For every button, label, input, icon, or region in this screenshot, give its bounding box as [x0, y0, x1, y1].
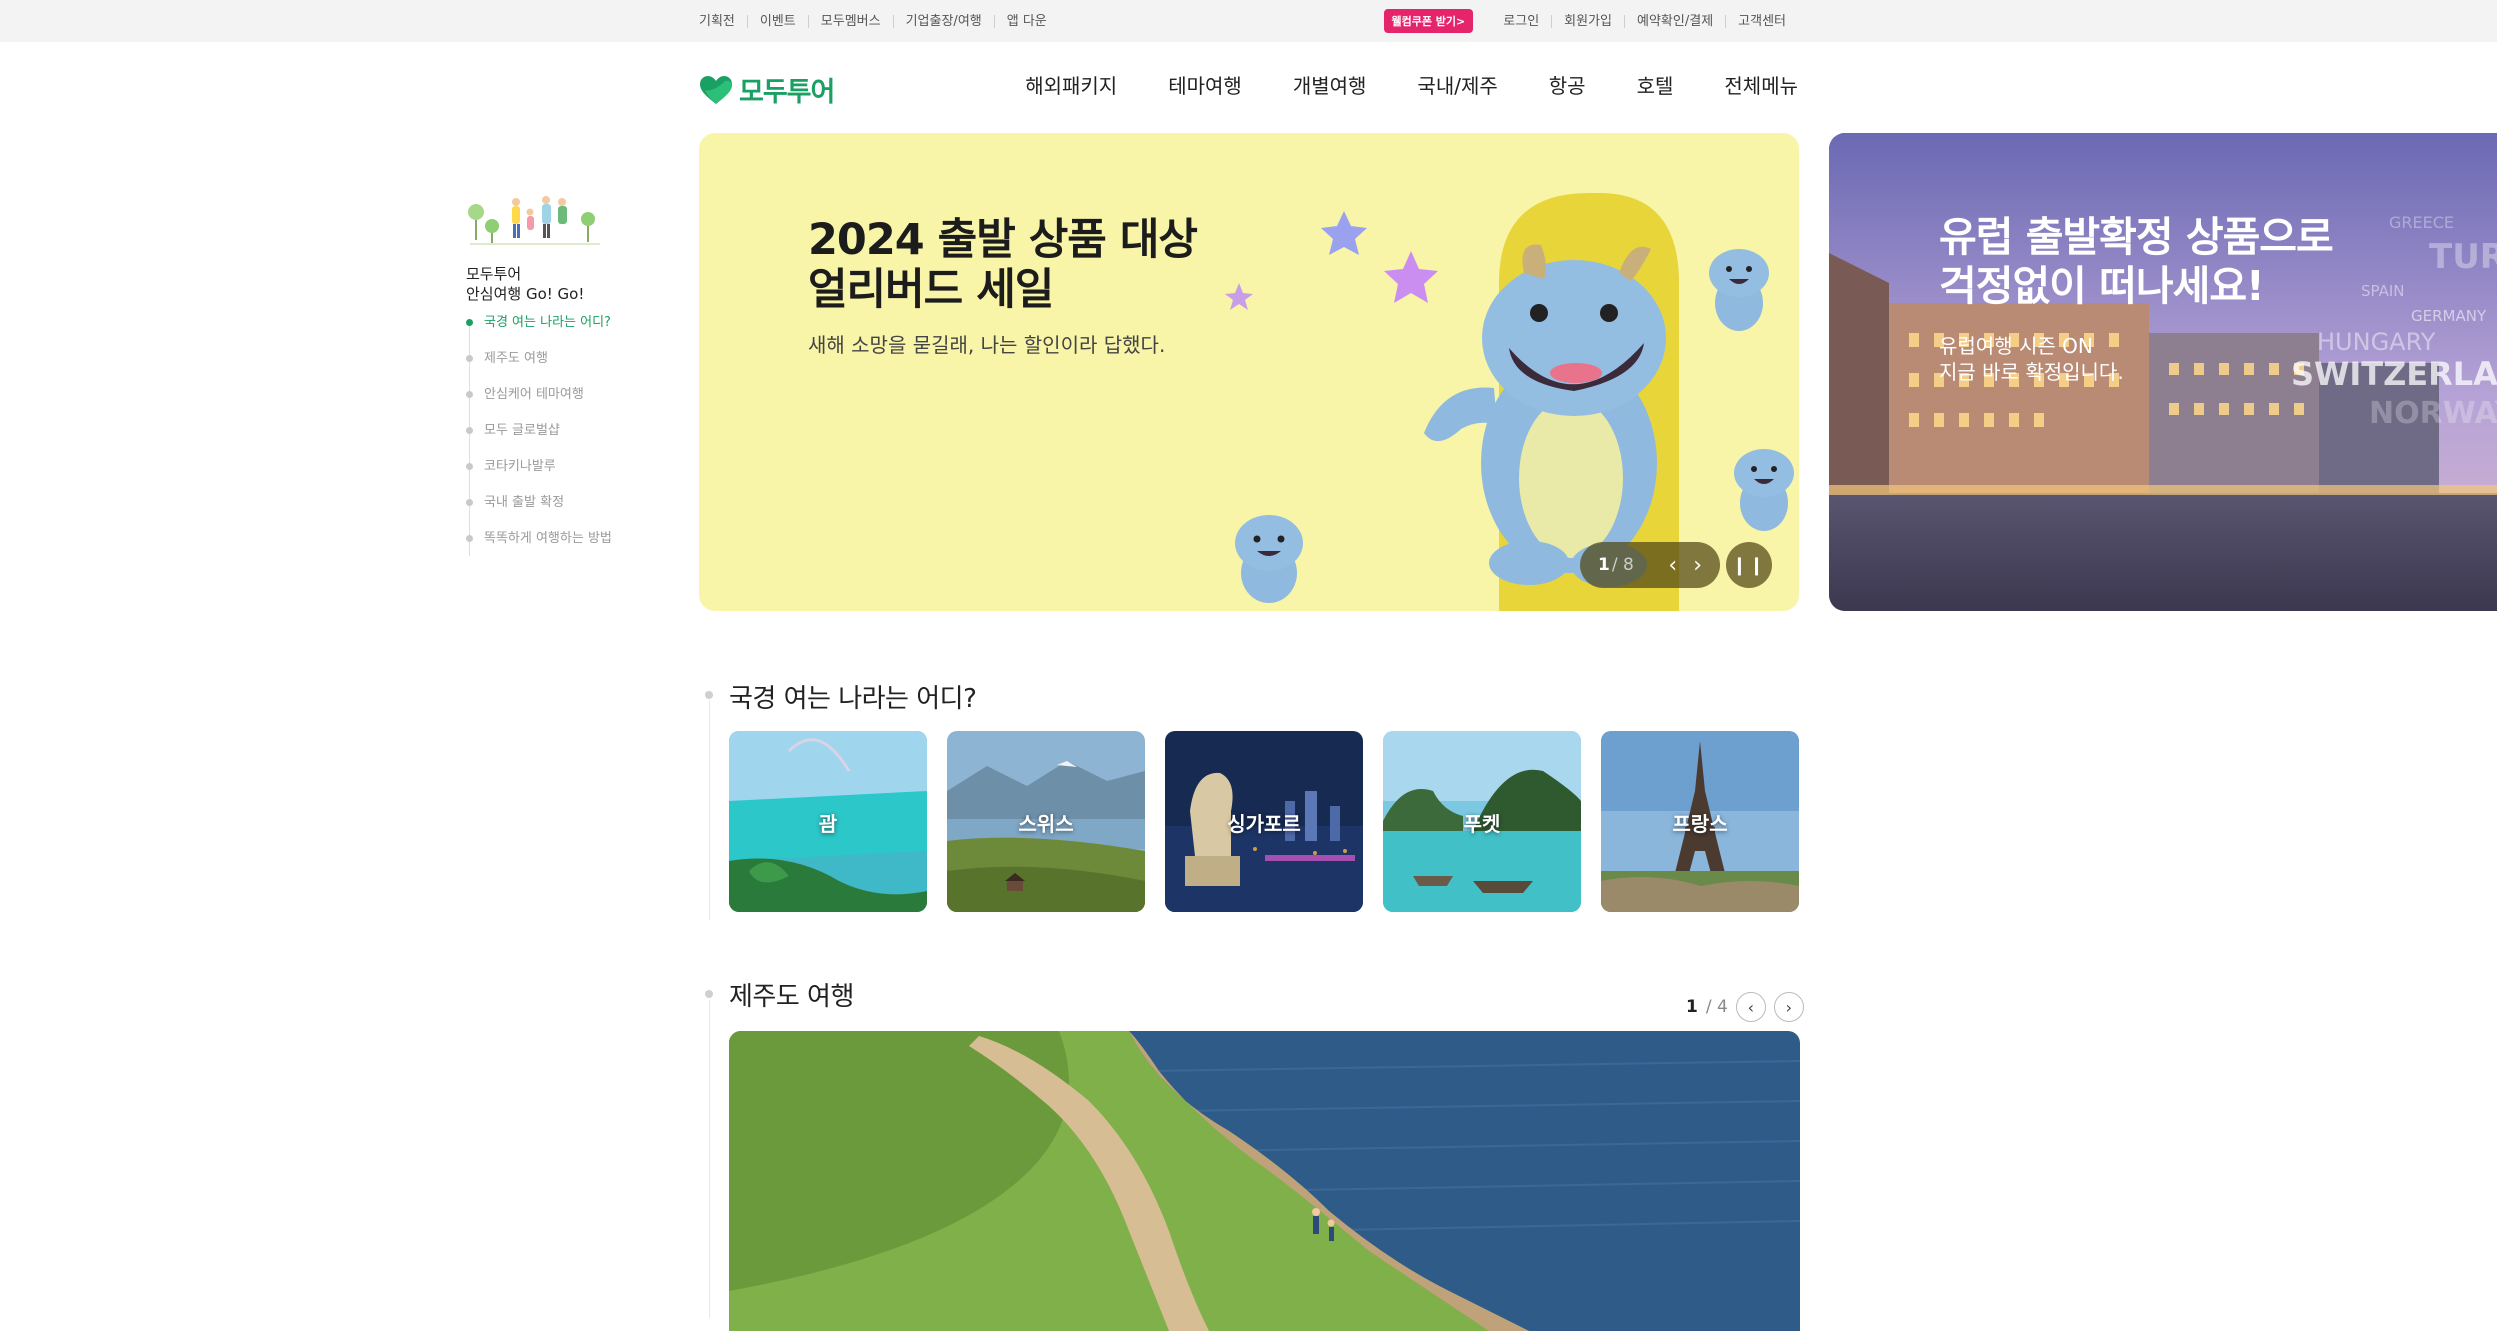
- customer-center-link[interactable]: 고객센터: [1725, 14, 1798, 28]
- watermark-greece: GREECE: [2389, 213, 2454, 232]
- watermark-spain: SPAIN: [2361, 282, 2405, 300]
- logo-text: 모두투어: [739, 77, 835, 108]
- section-timeline-line: [709, 700, 710, 920]
- destination-card-france[interactable]: 프랑스: [1601, 731, 1799, 912]
- nav-flights[interactable]: 항공: [1549, 70, 1586, 99]
- europe-banner-title: 유럽 출발확정 상품으로 걱정없이 떠나세요!: [1939, 213, 2334, 310]
- signup-link[interactable]: 회원가입: [1551, 14, 1624, 28]
- reservation-check-link[interactable]: 예약확인/결제: [1624, 14, 1725, 28]
- util-link-event[interactable]: 이벤트: [746, 14, 808, 28]
- watermark-norway: NORWAY: [2369, 396, 2497, 431]
- jeju-current-page: 1: [1686, 997, 1698, 1017]
- hero-current-slide: 1: [1598, 555, 1610, 575]
- side-item-smart-travel[interactable]: 똑똑하게 여행하는 방법: [466, 530, 636, 566]
- section-title-border-open: 국경 여는 나라는 어디?: [729, 684, 977, 714]
- section-timeline-line-jeju: [709, 1000, 710, 1318]
- chevron-left-icon[interactable]: ‹: [1735, 992, 1766, 1022]
- side-title: 모두투어 안심여행 Go! Go!: [466, 265, 585, 303]
- hero-pager: 1 / 8 ‹ ›: [1580, 542, 1720, 588]
- util-link-business-travel[interactable]: 기업출장/여행: [892, 14, 994, 28]
- watermark-switzerland: SWITZERLAND: [2291, 355, 2497, 393]
- destination-card-guam[interactable]: 괌: [729, 731, 927, 912]
- nav-domestic-jeju[interactable]: 국내/제주: [1417, 70, 1497, 99]
- util-link-promotion[interactable]: 기획전: [699, 15, 747, 28]
- section-bullet-jeju: [705, 990, 713, 998]
- side-item-border-open[interactable]: 국경 여는 나라는 어디?: [466, 314, 636, 350]
- destination-card-switzerland[interactable]: 스위스: [947, 731, 1145, 912]
- utility-bar: 기획전 이벤트 모두멤버스 기업출장/여행 앱 다운 웰컴쿠폰 받기> 로그인 …: [0, 0, 2497, 42]
- hero-subtitle: 새해 소망을 묻길래, 나는 할인이라 답했다.: [808, 333, 1166, 357]
- nav-individual-travel[interactable]: 개별여행: [1293, 70, 1367, 99]
- watermark-turkey: TURKEY: [2429, 237, 2497, 277]
- jeju-pager: 1 / 4 ‹ ›: [1686, 992, 1804, 1022]
- hero-banner-europe[interactable]: GREECE TURKEY SPAIN GERMANY HUNGARY SWIT…: [1829, 133, 2497, 611]
- side-item-domestic-departure[interactable]: 국내 출발 확정: [466, 494, 636, 530]
- destination-label-guam: 괌: [818, 812, 838, 836]
- utility-left-links: 기획전 이벤트 모두멤버스 기업출장/여행 앱 다운: [699, 0, 1059, 42]
- side-anchor-list: 국경 여는 나라는 어디? 제주도 여행 안심케어 테마여행 모두 글로벌샵 코…: [466, 314, 636, 566]
- util-link-app-download[interactable]: 앱 다운: [993, 14, 1059, 28]
- chevron-right-icon[interactable]: ›: [1773, 992, 1804, 1022]
- hero-slider-controls: 1 / 8 ‹ › ❙❙: [1580, 542, 1772, 588]
- destination-card-phuket[interactable]: 푸켓: [1383, 731, 1581, 912]
- hero-banner-early-bird[interactable]: 2024 출발 상품 대상 얼리버드 세일 새해 소망을 묻길래, 나는 할인이…: [699, 133, 1799, 611]
- destination-card-singapore[interactable]: 싱가포르: [1165, 731, 1363, 912]
- util-link-membership[interactable]: 모두멤버스: [807, 14, 893, 28]
- family-trees-illustration: [468, 196, 600, 245]
- destination-label-singapore: 싱가포르: [1227, 812, 1301, 836]
- side-item-safe-care[interactable]: 안심케어 테마여행: [466, 386, 636, 422]
- chevron-left-icon[interactable]: ‹: [1668, 553, 1677, 578]
- jeju-coast-illustration: [729, 1031, 1800, 1331]
- pause-icon[interactable]: ❙❙: [1726, 542, 1772, 588]
- watermark-hungary: HUNGARY: [2317, 328, 2436, 356]
- login-link[interactable]: 로그인: [1491, 15, 1551, 28]
- utility-right-links: 웰컴쿠폰 받기> 로그인 회원가입 예약확인/결제 고객센터: [1383, 0, 1799, 42]
- europe-banner-subtitle: 유럽여행 시즌 ON 지금 바로 확정입니다.: [1939, 334, 2124, 384]
- hero-total-slides: / 8: [1611, 555, 1634, 575]
- destination-label-france: 프랑스: [1672, 812, 1728, 836]
- european-square-night-photo: GREECE TURKEY SPAIN GERMANY HUNGARY SWIT…: [1829, 133, 2497, 611]
- destination-cards: 괌 스위스 싱가포르 푸켓 프랑스: [729, 731, 1799, 912]
- nav-hotels[interactable]: 호텔: [1637, 70, 1674, 99]
- side-item-global-shop[interactable]: 모두 글로벌샵: [466, 422, 636, 458]
- nav-theme-travel[interactable]: 테마여행: [1168, 70, 1242, 99]
- side-item-kota-kinabalu[interactable]: 코타키나발루: [466, 458, 636, 494]
- destination-label-phuket: 푸켓: [1463, 812, 1501, 836]
- hero-title: 2024 출발 상품 대상 얼리버드 세일: [808, 215, 1198, 315]
- nav-overseas-package[interactable]: 해외패키지: [1025, 70, 1117, 99]
- welcome-coupon-badge[interactable]: 웰컴쿠폰 받기>: [1383, 9, 1474, 33]
- section-bullet: [705, 691, 713, 699]
- blue-dragon-mascot-illustration: [1225, 193, 1794, 611]
- side-navigation: 모두투어 안심여행 Go! Go! 국경 여는 나라는 어디? 제주도 여행 안…: [466, 188, 636, 566]
- main-navigation: 해외패키지 테마여행 개별여행 국내/제주 항공 호텔 전체메뉴: [1025, 70, 1798, 99]
- jeju-coastal-trail-photo[interactable]: [729, 1031, 1800, 1331]
- site-logo[interactable]: 모두투어: [699, 70, 835, 109]
- destination-label-switzerland: 스위스: [1018, 812, 1074, 836]
- side-item-jeju[interactable]: 제주도 여행: [466, 350, 636, 386]
- chevron-right-icon[interactable]: ›: [1693, 553, 1702, 578]
- section-title-jeju: 제주도 여행: [729, 982, 854, 1012]
- watermark-germany: GERMANY: [2411, 307, 2487, 325]
- heart-logo-icon: [700, 75, 732, 104]
- nav-all-menu[interactable]: 전체메뉴: [1724, 70, 1798, 99]
- jeju-total-pages: / 4: [1705, 997, 1728, 1017]
